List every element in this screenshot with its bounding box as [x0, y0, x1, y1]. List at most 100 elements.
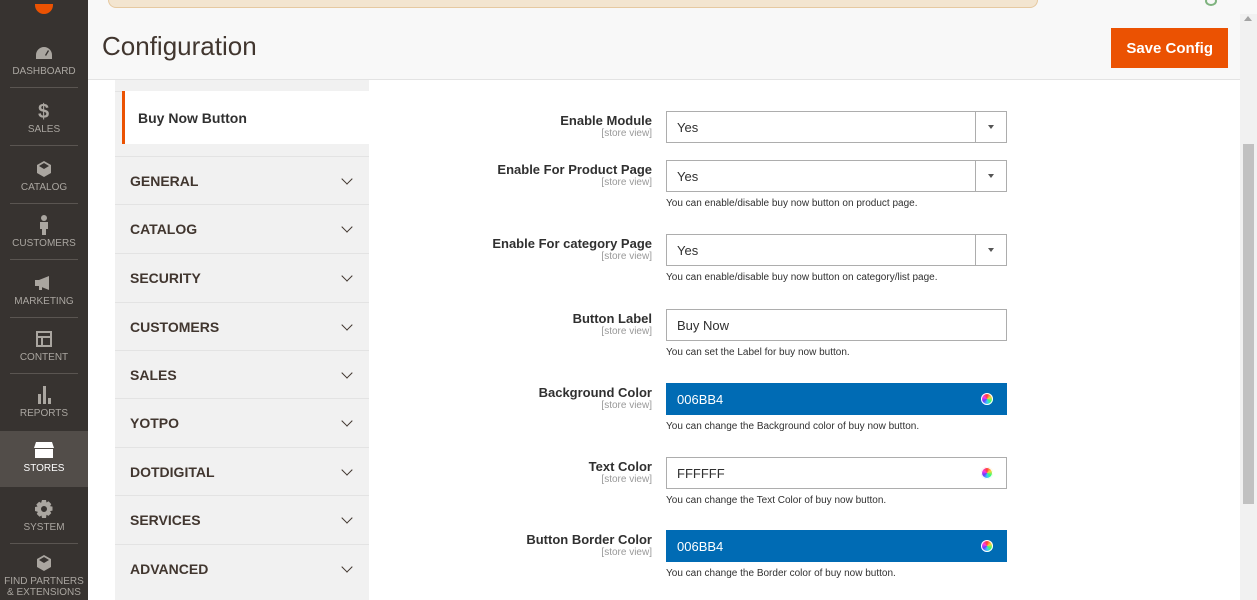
menu-item-stores[interactable]: Stores	[0, 431, 88, 487]
section-label: DOTDIGITAL	[130, 463, 215, 480]
magento-logo[interactable]	[0, 0, 88, 14]
menu-divider	[10, 543, 78, 544]
layout-icon	[36, 328, 52, 350]
field-label: Enable For Product Page [store view]	[380, 162, 652, 188]
field-label: Button Label [store view]	[380, 311, 652, 337]
scrollbar-thumb[interactable]	[1243, 144, 1254, 504]
section-label: YOTPO	[130, 414, 180, 431]
menu-divider	[10, 259, 78, 260]
enable-module-select[interactable]: Yes	[666, 111, 1007, 143]
select-value: Yes	[677, 119, 699, 135]
chevron-down-icon	[341, 269, 353, 282]
bar-chart-icon	[36, 384, 52, 406]
dropdown-arrow-icon	[975, 161, 1006, 191]
menu-divider	[10, 373, 78, 374]
section-customers[interactable]: CUSTOMERS	[115, 302, 369, 350]
chevron-down-icon	[341, 560, 353, 573]
loading-icon	[1205, 0, 1217, 6]
dashboard-icon	[36, 42, 52, 64]
field-label: Background Color [store view]	[380, 385, 652, 411]
menu-label-stores: Stores	[23, 463, 65, 474]
field-label: Enable For category Page [store view]	[380, 236, 652, 262]
menu-item-marketing[interactable]: Marketing	[0, 272, 88, 312]
gear-icon	[35, 498, 53, 520]
menu-item-customers[interactable]: Customers	[0, 214, 88, 254]
menu-divider	[10, 317, 78, 318]
config-sidebar: Buy Now Button GENERAL CATALOG SECURITY …	[115, 80, 369, 600]
field-label: Enable Module [store view]	[380, 113, 652, 139]
menu-label-content: Content	[19, 352, 69, 363]
button-border-color-input[interactable]: 006BB4	[666, 530, 1007, 562]
menu-item-sales[interactable]: $ Sales	[0, 100, 88, 140]
scroll-up-icon[interactable]	[1244, 16, 1252, 21]
text-color-input[interactable]: FFFFFF	[666, 457, 1007, 489]
label-text-color: Text Color	[588, 459, 652, 474]
dollar-icon: $	[38, 100, 50, 122]
chevron-down-icon	[341, 366, 353, 379]
scope-label: [store view]	[601, 177, 652, 188]
field-label: Button Border Color [store view]	[380, 532, 652, 558]
section-sales[interactable]: SALES	[115, 350, 369, 398]
save-config-button[interactable]: Save Config	[1111, 28, 1228, 68]
field-note: You can enable/disable buy now button on…	[666, 272, 938, 283]
menu-item-reports[interactable]: Reports	[0, 384, 88, 424]
scope-label: [store view]	[601, 326, 652, 337]
menu-divider	[10, 145, 78, 146]
section-security[interactable]: SECURITY	[115, 253, 369, 301]
enable-category-page-select[interactable]: Yes	[666, 234, 1007, 266]
menu-item-dashboard[interactable]: Dashboard	[0, 42, 88, 82]
input-value: Buy Now	[677, 317, 730, 333]
section-label: GENERAL	[130, 172, 199, 189]
menu-item-system[interactable]: System	[0, 498, 88, 538]
chevron-down-icon	[341, 511, 353, 524]
color-wheel-icon[interactable]	[981, 467, 993, 479]
section-label: CUSTOMERS	[130, 318, 220, 335]
section-yotpo[interactable]: YOTPO	[115, 398, 369, 446]
section-catalog[interactable]: CATALOG	[115, 204, 369, 252]
section-general[interactable]: GENERAL	[115, 156, 369, 204]
admin-menu: Dashboard $ Sales Catalog Customers Mark…	[0, 0, 88, 600]
color-wheel-icon[interactable]	[981, 393, 993, 405]
scope-label: [store view]	[601, 474, 652, 485]
person-icon	[38, 214, 50, 236]
label-button-border-color: Button Border Color	[526, 532, 652, 547]
enable-product-page-select[interactable]: Yes	[666, 160, 1007, 192]
input-value: 006BB4	[677, 391, 724, 407]
section-services[interactable]: SERVICES	[115, 495, 369, 543]
box-icon	[36, 552, 52, 574]
label-button-label: Button Label	[572, 311, 652, 326]
field-note: You can enable/disable buy now button on…	[666, 198, 918, 209]
chevron-down-icon	[341, 463, 353, 476]
section-label: SECURITY	[130, 269, 201, 286]
menu-label-dashboard: Dashboard	[12, 66, 76, 77]
scope-label: [store view]	[601, 400, 652, 411]
button-label-input[interactable]: Buy Now	[666, 309, 1007, 341]
chevron-down-icon	[341, 220, 353, 233]
section-label: SERVICES	[130, 511, 201, 528]
menu-label-reports: Reports	[19, 408, 69, 419]
menu-label-system: System	[23, 522, 65, 533]
input-value: 006BB4	[677, 538, 724, 554]
menu-divider	[10, 87, 78, 88]
scope-label: [store view]	[601, 547, 652, 558]
chevron-down-icon	[341, 414, 353, 427]
menu-item-partners[interactable]: Find Partners & Extensions	[0, 552, 88, 600]
chevron-down-icon	[341, 318, 353, 331]
scrollbar[interactable]	[1240, 14, 1257, 600]
menu-item-catalog[interactable]: Catalog	[0, 158, 88, 198]
section-dotdigital[interactable]: DOTDIGITAL	[115, 447, 369, 495]
menu-item-content[interactable]: Content	[0, 328, 88, 368]
section-advanced[interactable]: ADVANCED	[115, 544, 369, 592]
scope-label: [store view]	[601, 251, 652, 262]
sidebar-item-buy-now-button[interactable]: Buy Now Button	[122, 91, 369, 144]
menu-label-sales: Sales	[27, 124, 61, 135]
field-note: You can change the Border color of buy n…	[666, 568, 896, 579]
color-wheel-icon[interactable]	[981, 540, 993, 552]
field-label: Text Color [store view]	[380, 459, 652, 485]
background-color-input[interactable]: 006BB4	[666, 383, 1007, 415]
section-label: ADVANCED	[130, 560, 209, 577]
menu-label-customers: Customers	[12, 238, 76, 249]
field-note: You can set the Label for buy now button…	[666, 347, 850, 358]
label-enable-product-page: Enable For Product Page	[497, 162, 652, 177]
notification-bar	[108, 0, 1038, 8]
